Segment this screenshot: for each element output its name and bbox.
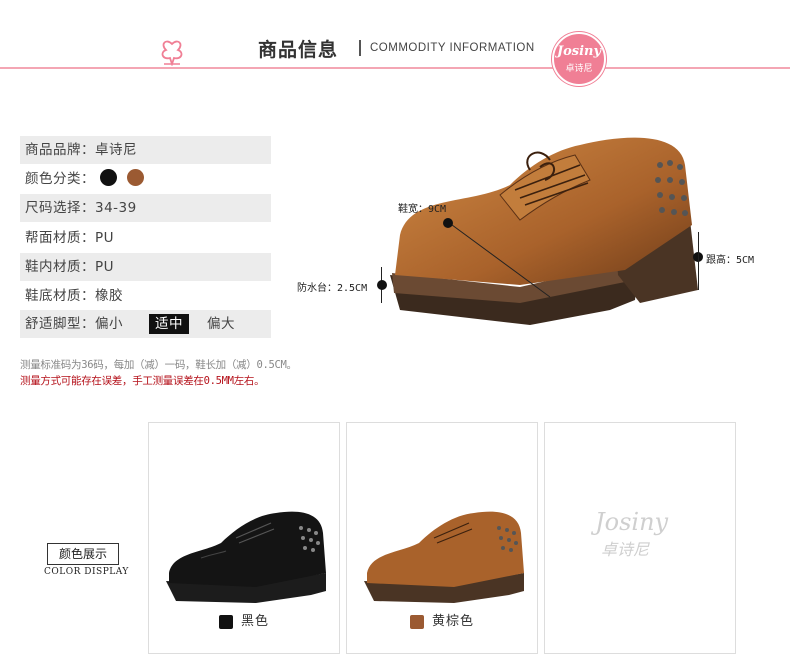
color-display-title: 颜色展示 [47, 543, 119, 565]
brand-logo: Josiny [556, 44, 602, 59]
butterfly-icon [161, 40, 183, 66]
measure-warning: 测量方式可能存在误差，手工测量误差在0.5MM左右。 [20, 375, 265, 387]
fit-option-selected: 适中 [149, 314, 189, 334]
spec-lining: 鞋内材质：PU [20, 253, 271, 281]
spec-color: 颜色分类： [20, 165, 271, 193]
width-label: 鞋宽：9CM [398, 204, 447, 215]
spec-sole: 鞋底材质：橡胶 [25, 288, 123, 304]
color-display-title-en: COLOR DISPLAY [44, 567, 129, 577]
platform-label: 防水台：2.5CM [297, 283, 368, 294]
color-panel-black: 黑色 [148, 422, 340, 654]
spec-fit: 舒适脚型：偏小 适中 偏大 [20, 310, 271, 338]
shoe-image-main [390, 137, 698, 325]
fit-option-large: 偏大 [207, 316, 235, 332]
spec-upper: 帮面材质：PU [25, 230, 115, 246]
color-panel-brown: 黄棕色 [346, 422, 538, 654]
swatch-black [218, 614, 233, 629]
heel-measure-line [698, 232, 699, 290]
swatch-brown [409, 614, 424, 629]
header-divider [0, 67, 790, 69]
watermark-logo: Josiny 卓诗尼 [595, 508, 669, 559]
section-title: 商品信息 [258, 39, 339, 61]
section-title-en: COMMODITY INFORMATION [370, 42, 535, 54]
brand-watermark-panel: Josiny 卓诗尼 [544, 422, 736, 654]
spec-size: 尺码选择：34-39 [20, 194, 271, 222]
color-caption-black: 黑色 [149, 610, 339, 629]
width-marker [443, 218, 453, 228]
spec-brand: 商品品牌：卓诗尼 [20, 136, 271, 164]
fit-option-small: 偏小 [95, 316, 123, 332]
color-dot-black [99, 169, 117, 186]
shoe-image-brown [364, 511, 524, 603]
color-dot-brown [126, 169, 144, 186]
brand-name: 卓诗尼 [565, 64, 593, 74]
heel-label: 跟高：5CM [706, 255, 755, 266]
brand-badge: Josiny 卓诗尼 [552, 32, 606, 86]
platform-marker [377, 280, 387, 290]
shoe-image-black [166, 511, 326, 603]
measure-note: 测量标准码为36码，每加（减）一码，鞋长加（减）0.5CM。 [20, 359, 297, 371]
title-separator [359, 40, 361, 56]
color-caption-brown: 黄棕色 [347, 610, 537, 629]
